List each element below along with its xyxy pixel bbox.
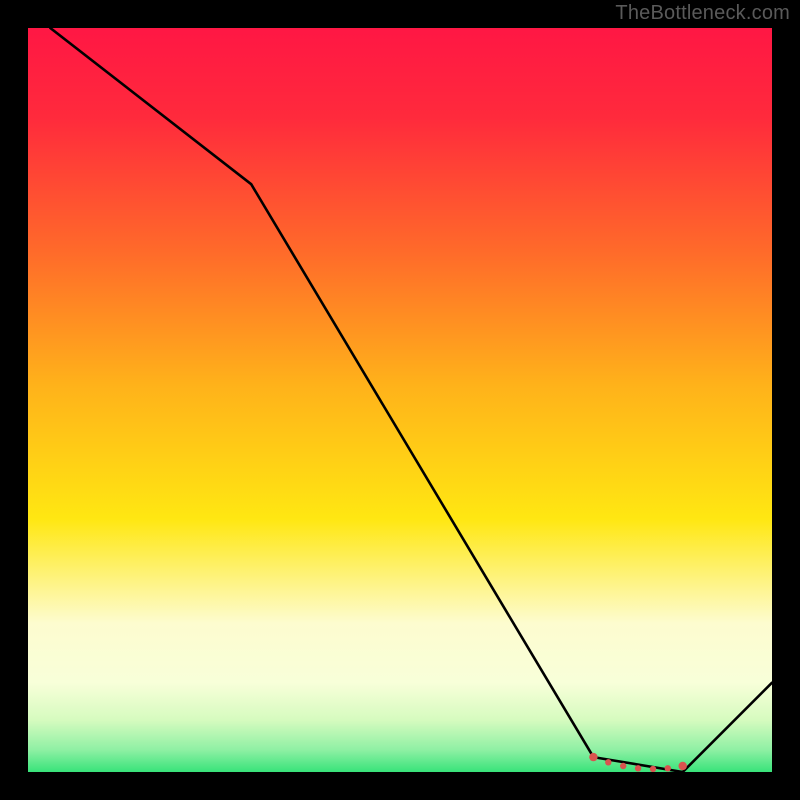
attribution-text: TheBottleneck.com	[615, 2, 790, 25]
data-marker	[620, 763, 626, 769]
data-marker	[605, 759, 611, 765]
data-marker	[679, 762, 687, 770]
data-marker	[589, 753, 597, 761]
chart-frame: TheBottleneck.com	[0, 0, 800, 800]
data-marker	[635, 765, 641, 771]
plot-area	[28, 28, 772, 772]
chart-svg	[28, 28, 772, 772]
data-marker	[650, 766, 656, 772]
chart-background-gradient	[28, 28, 772, 772]
data-marker	[665, 765, 671, 771]
